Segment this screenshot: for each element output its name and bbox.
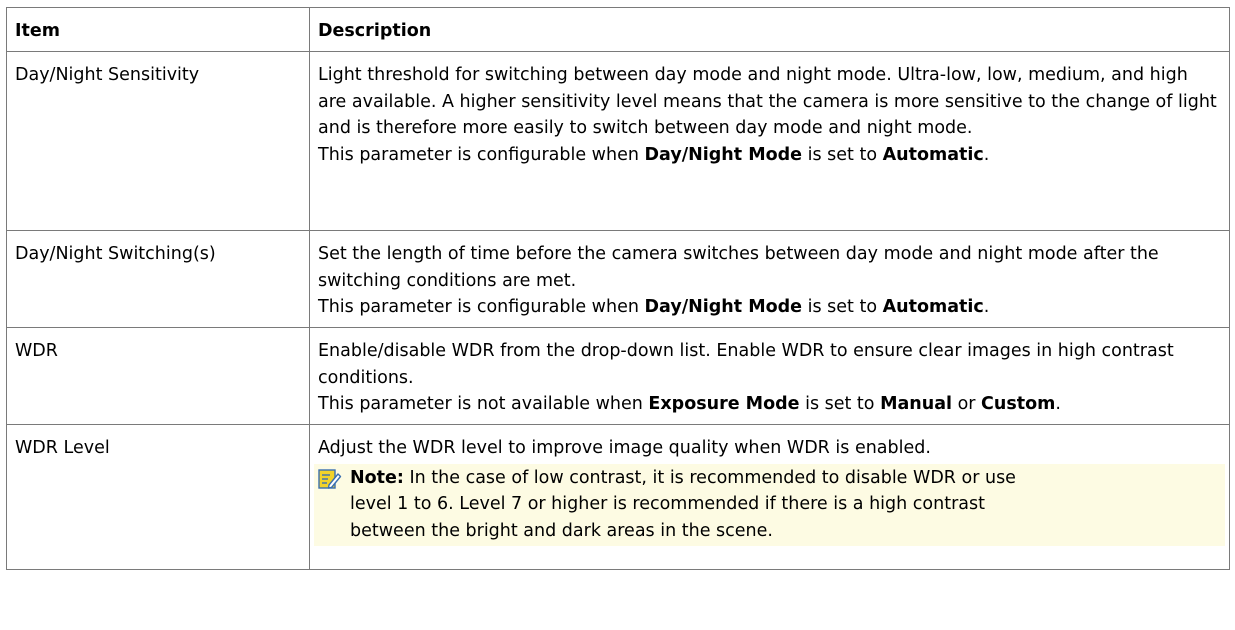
row-description: Adjust the WDR level to improve image qu… — [309, 424, 1230, 570]
row-item-day-night-switching: Day/Night Switching(s) — [6, 230, 310, 328]
header-description: Description — [309, 7, 1230, 52]
row-description: Set the length of time before the camera… — [309, 230, 1230, 328]
row-item-wdr: WDR — [6, 327, 310, 425]
note-label: Note: — [350, 467, 404, 488]
table-row: WDR Level Adjust the WDR level to improv… — [6, 424, 1230, 570]
description-text: Enable/disable WDR from the drop-down li… — [318, 341, 1174, 388]
row-item-day-night-sensitivity: Day/Night Sensitivity — [6, 51, 310, 231]
condition-text: This parameter is configurable when Day/… — [318, 297, 990, 317]
note-box: Note: In the case of low contrast, it is… — [314, 463, 1225, 546]
row-description: Enable/disable WDR from the drop-down li… — [309, 327, 1230, 425]
table-header-row: Item Description — [6, 7, 1230, 52]
description-text: Adjust the WDR level to improve image qu… — [318, 438, 931, 458]
row-item-wdr-level: WDR Level — [6, 424, 310, 570]
description-text: Set the length of time before the camera… — [318, 244, 1159, 291]
row-description: Light threshold for switching between da… — [309, 51, 1230, 231]
parameter-table: Item Description Day/Night Sensitivity L… — [6, 7, 1230, 570]
note-text: Note: In the case of low contrast, it is… — [350, 467, 1016, 541]
header-item: Item — [6, 7, 310, 52]
table-row: Day/Night Sensitivity Light threshold fo… — [6, 51, 1230, 231]
table-row: WDR Enable/disable WDR from the drop-dow… — [6, 327, 1230, 425]
condition-text: This parameter is configurable when Day/… — [318, 144, 990, 165]
condition-text: This parameter is not available when Exp… — [318, 394, 1061, 414]
description-text: Light threshold for switching between da… — [318, 65, 1217, 138]
note-pencil-icon — [318, 468, 342, 489]
table-row: Day/Night Switching(s) Set the length of… — [6, 230, 1230, 328]
